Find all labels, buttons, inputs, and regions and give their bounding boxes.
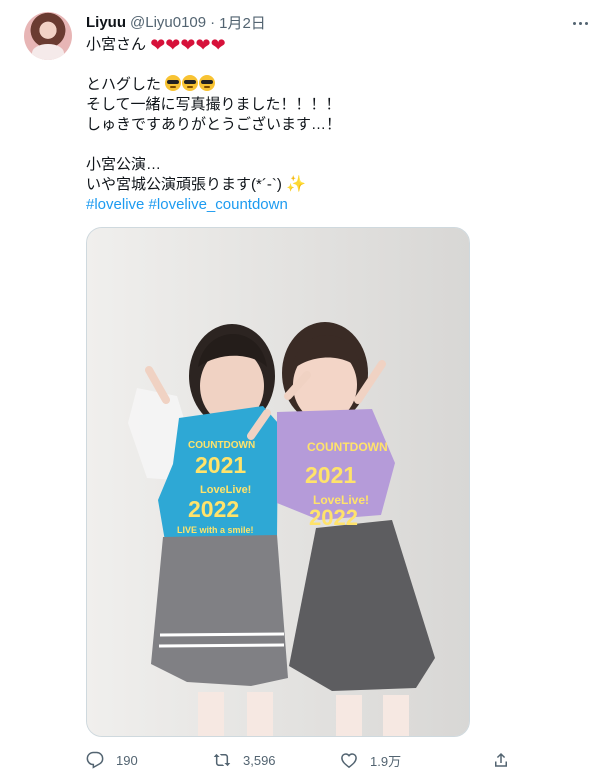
shirt-text-2021-right: 2021 bbox=[305, 462, 356, 488]
tweet[interactable]: Liyuu @Liyu0109 · 1月2日 小宮さん ❤❤❤❤❤ とハグした … bbox=[0, 0, 599, 782]
reply-icon bbox=[86, 751, 104, 769]
share-button[interactable] bbox=[492, 750, 522, 770]
shirt-text-live-with-smile: LIVE with a smile! bbox=[177, 525, 254, 535]
tweet-line-2-text: とハグした bbox=[86, 76, 162, 93]
more-icon[interactable] bbox=[570, 13, 590, 33]
shirt-text-countdown-right: COUNTDOWN bbox=[307, 440, 388, 454]
tweet-header: Liyuu @Liyu0109 · 1月2日 bbox=[86, 12, 266, 32]
sparkles-icon: ✨ bbox=[286, 176, 306, 193]
hashtag-lovelive[interactable]: #lovelive bbox=[86, 196, 144, 213]
tweet-date[interactable]: 1月2日 bbox=[219, 12, 266, 33]
retweet-icon bbox=[213, 753, 231, 767]
red-heart-icon: ❤ bbox=[210, 35, 226, 55]
tweet-photo[interactable]: COUNTDOWN 2021 LoveLive! 2022 LIVE with … bbox=[86, 227, 470, 737]
shirt-text-2022-right: 2022 bbox=[309, 505, 358, 530]
retweet-button[interactable]: 3,596 bbox=[213, 750, 276, 770]
tweet-line-6-text: いや宮城公演頑張ります(*´-`) bbox=[86, 176, 282, 193]
tweet-actions: 190 3,596 1.9万 bbox=[86, 750, 511, 770]
shirt-text-lovelive-left: LoveLive! bbox=[200, 484, 251, 496]
reply-button[interactable]: 190 bbox=[86, 750, 138, 770]
sunglasses-icon bbox=[165, 75, 182, 91]
tweet-line-4: しゅきですありがとうございます…！ bbox=[86, 116, 342, 133]
like-count: 1.9万 bbox=[370, 753, 402, 769]
user-handle[interactable]: @Liyu0109 bbox=[130, 14, 206, 31]
tweet-line-5: 小宮公演… bbox=[86, 156, 162, 173]
retweet-count: 3,596 bbox=[243, 752, 276, 768]
red-heart-icon: ❤ bbox=[150, 35, 166, 55]
like-icon bbox=[341, 753, 357, 769]
avatar[interactable] bbox=[24, 12, 72, 60]
hashtag-lovelive-countdown[interactable]: #lovelive_countdown bbox=[149, 196, 288, 213]
like-button[interactable]: 1.9万 bbox=[340, 750, 401, 770]
tweet-line-3: そして一緒に写真撮りました！！！！ bbox=[86, 96, 341, 113]
shirt-text-countdown-left: COUNTDOWN bbox=[188, 440, 255, 451]
red-heart-icon: ❤ bbox=[195, 35, 211, 55]
tweet-line-6: いや宮城公演頑張ります(*´-`) ✨ bbox=[86, 175, 576, 195]
sunglasses-icon bbox=[182, 75, 199, 91]
tweet-line-1-text: 小宮さん bbox=[86, 36, 147, 53]
shirt-text-2021-left: 2021 bbox=[195, 452, 246, 478]
hashtags: #lovelive #lovelive_countdown bbox=[86, 195, 576, 215]
tweet-line-2: とハグした bbox=[86, 75, 576, 95]
red-heart-icon: ❤ bbox=[165, 35, 181, 55]
separator-dot: · bbox=[210, 13, 216, 31]
user-name[interactable]: Liyuu bbox=[86, 14, 126, 31]
tweet-line-1: 小宮さん ❤❤❤❤❤ bbox=[86, 35, 576, 55]
red-heart-icon: ❤ bbox=[180, 35, 196, 55]
sunglasses-icon bbox=[199, 75, 216, 91]
share-icon bbox=[495, 752, 507, 767]
tweet-text: 小宮さん ❤❤❤❤❤ とハグした そして一緒に写真撮りました！！！！ しゅきです… bbox=[86, 35, 576, 215]
reply-count: 190 bbox=[116, 752, 138, 768]
shirt-text-2022-left: 2022 bbox=[188, 496, 239, 522]
